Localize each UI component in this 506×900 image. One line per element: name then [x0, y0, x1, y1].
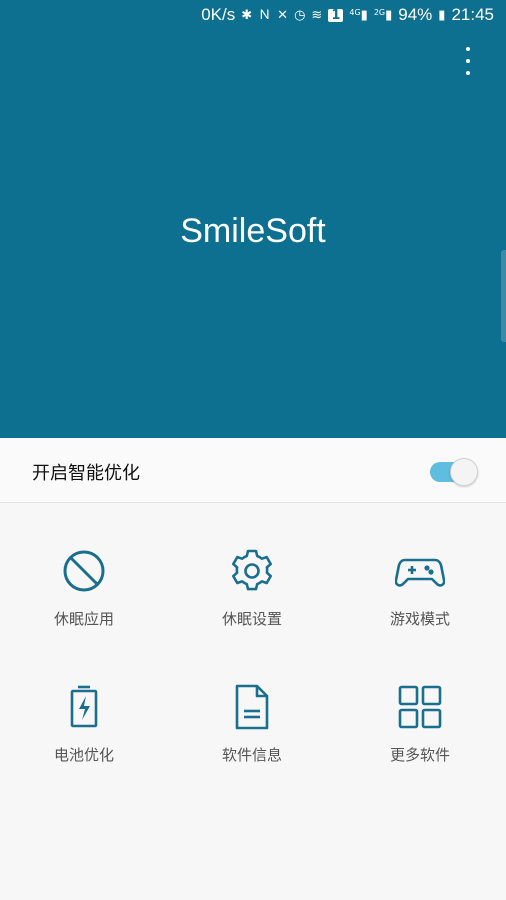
grid-item-sleep-settings[interactable]: 休眠设置: [168, 530, 336, 666]
edge-panel-handle[interactable]: [501, 250, 506, 342]
signal-4g-icon: 4G▮: [349, 7, 368, 23]
nfc-icon: Ｎ: [258, 7, 272, 23]
feature-grid: 休眠应用 休眠设置 游戏模式 电池优化 软件信息 更多软件: [0, 530, 506, 802]
app-title: SmileSoft: [180, 212, 326, 250]
battery-charging-icon: [70, 685, 98, 728]
alarm-icon: ◷: [294, 7, 306, 23]
grid-item-label: 休眠设置: [221, 610, 282, 628]
grid-icon: [398, 685, 442, 729]
battery-icon: ▮: [438, 7, 446, 23]
grid-item-software-info[interactable]: 软件信息: [168, 666, 336, 802]
grid-item-sleep-apps[interactable]: 休眠应用: [0, 530, 168, 666]
gear-icon: [232, 549, 272, 591]
smart-optimize-label: 开启智能优化: [32, 463, 140, 484]
grid-item-game-mode[interactable]: 游戏模式: [336, 530, 504, 666]
battery-percent: 94%: [398, 5, 433, 24]
mute-icon: ✕: [277, 7, 289, 23]
bluetooth-icon: ✱: [241, 7, 253, 23]
grid-item-label: 游戏模式: [389, 610, 450, 628]
app-header: SmileSoft: [0, 0, 506, 438]
grid-item-more-software[interactable]: 更多软件: [336, 666, 504, 802]
status-bar: 0K/s ✱ Ｎ ✕ ◷ ≋ 1 4G▮ 2G▮ 94% ▮ 21:45: [0, 0, 506, 30]
document-icon: [235, 684, 269, 730]
sim-badge-icon: 1: [328, 8, 344, 22]
grid-item-label: 更多软件: [389, 746, 450, 764]
grid-item-label: 电池优化: [53, 746, 114, 764]
clock: 21:45: [451, 5, 494, 24]
block-icon: [63, 550, 105, 592]
grid-item-label: 软件信息: [221, 746, 282, 764]
grid-item-label: 休眠应用: [53, 610, 114, 628]
network-speed: 0K/s: [201, 5, 236, 24]
wifi-icon: ≋: [311, 7, 323, 23]
gamepad-icon: [395, 558, 445, 587]
toggle-thumb: [450, 458, 478, 486]
smart-optimize-toggle[interactable]: [430, 458, 478, 486]
overflow-menu-icon[interactable]: [452, 44, 484, 78]
grid-item-battery-optimize[interactable]: 电池优化: [0, 666, 168, 802]
signal-2g-icon: 2G▮: [373, 7, 393, 23]
